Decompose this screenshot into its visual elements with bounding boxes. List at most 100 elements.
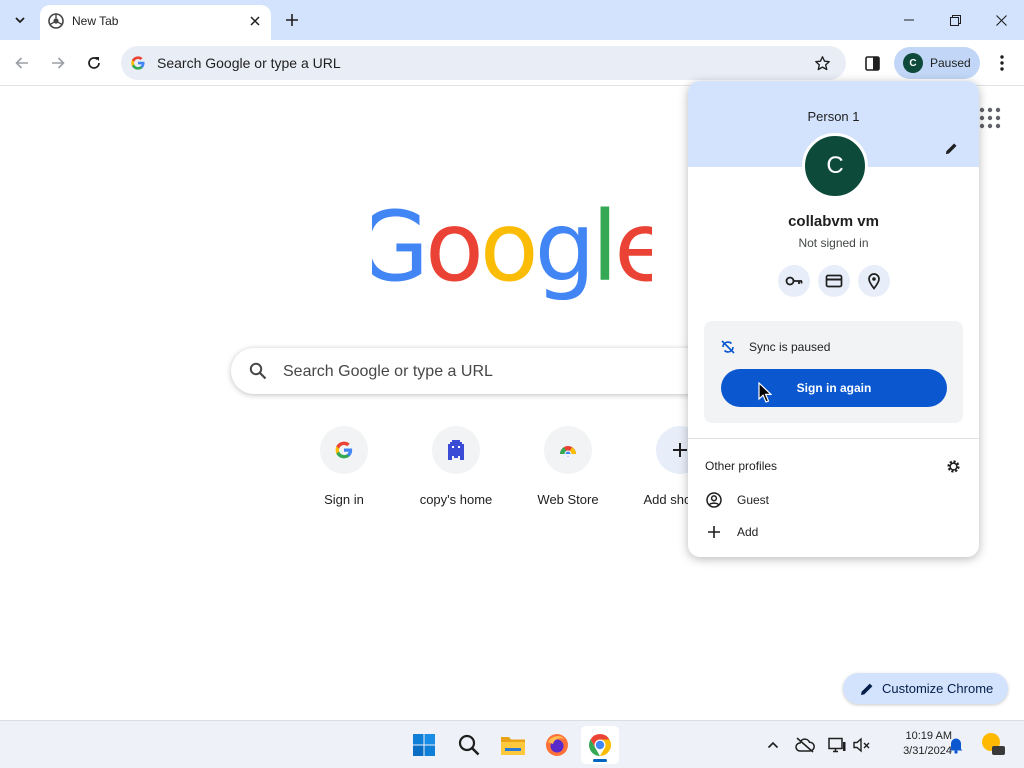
profile-button[interactable]: C Paused [894,47,980,79]
profile-title: Person 1 [807,109,860,124]
customize-chrome-label: Customize Chrome [882,681,994,696]
clock-date: 3/31/2024 [903,745,952,757]
profile-name: collabvm vm [788,213,879,230]
clock-time: 10:19 AM [905,730,952,742]
tab-new-tab[interactable]: New Tab [40,5,271,40]
shortcut-label: Sign in [324,492,364,507]
speaker-muted-icon [853,737,870,753]
divider [688,438,979,439]
restore-button[interactable] [932,0,978,40]
firefox-button[interactable] [538,726,576,764]
shortcut-web-store[interactable]: Web Store [512,426,624,516]
volume-tray-button[interactable] [851,734,873,756]
tab-search-button[interactable] [8,8,32,32]
monitor-icon [828,737,846,753]
minimize-button[interactable] [886,0,932,40]
onedrive-tray-button[interactable] [794,734,816,756]
back-button[interactable] [8,49,36,77]
shortcut-tile [432,426,480,474]
shortcut-label: Web Store [537,492,599,507]
close-icon [250,16,260,26]
add-label: Add [737,525,759,539]
profile-avatar: C [802,133,868,199]
active-app-indicator [593,759,607,762]
search-icon [249,362,267,380]
restore-icon [949,14,961,26]
side-panel-icon [864,55,880,71]
tab-title: New Tab [72,14,119,28]
sign-in-status: Not signed in [798,236,869,250]
payment-methods-button[interactable] [818,265,850,297]
tab-close-button[interactable] [246,12,264,30]
file-explorer-button[interactable] [494,726,532,764]
shortcut-copys-home[interactable]: copy's home [400,426,512,516]
chrome-favicon-icon [48,13,64,29]
taskbar-search-button[interactable] [450,726,488,764]
notifications-button[interactable] [945,734,967,756]
pencil-icon [945,142,957,154]
add-profile-row[interactable]: Add [688,516,979,546]
guest-label: Guest [737,493,770,507]
plus-icon [706,524,722,540]
network-tray-button[interactable] [826,734,848,756]
chrome-web-store-icon [559,446,577,458]
sync-off-icon [721,340,735,354]
chrome-menu-button[interactable] [990,49,1014,77]
location-pin-icon [868,273,880,290]
avatar: C [903,53,923,73]
ntp-search-placeholder: Search Google or type a URL [283,363,493,380]
profile-menu-popup: Person 1 C collabvm vm Not signed in Syn… [688,81,979,557]
minimize-icon [904,19,914,21]
google-apps-icon[interactable] [978,106,1002,130]
pre-release-badge-icon [982,733,1005,755]
system-clock[interactable]: 10:19 AM 3/31/2024 [876,729,952,759]
star-icon [814,55,830,70]
customize-chrome-button[interactable]: Customize Chrome [843,673,1008,704]
gear-icon [946,459,960,473]
shortcut-tile [320,426,368,474]
credit-card-icon [825,274,843,288]
reload-icon [88,57,100,69]
forward-button[interactable] [44,49,72,77]
account-circle-icon [706,492,722,508]
arrow-right-icon [52,57,65,69]
google-logo: Google [372,205,652,303]
new-tab-button[interactable] [280,8,304,32]
sync-status-text: Sync is paused [749,340,831,354]
search-icon [458,734,480,756]
chrome-icon [589,734,611,757]
show-hidden-icons-button[interactable] [762,734,784,756]
toolbar: Search Google or type a URL C Paused [0,40,1024,86]
edit-profile-button[interactable] [941,138,961,158]
address-bar-placeholder: Search Google or type a URL [157,55,341,71]
plus-icon [286,14,298,26]
address-bar[interactable]: Search Google or type a URL [121,46,846,80]
passwords-button[interactable] [778,265,810,297]
guest-profile-row[interactable]: Guest [688,484,979,514]
arrow-left-icon [15,57,28,69]
chevron-down-icon [15,17,25,24]
bookmark-star-button[interactable] [810,51,834,75]
cloud-off-icon [795,737,815,753]
reload-button[interactable] [80,49,108,77]
svg-text:Google: Google [372,205,652,303]
manage-profiles-button[interactable] [944,457,962,475]
addresses-button[interactable] [858,265,890,297]
key-icon [785,276,803,286]
pixel-creature-icon [448,440,464,460]
google-g-icon [131,56,145,70]
side-panel-button[interactable] [858,49,886,77]
start-button[interactable] [405,726,443,764]
pre-release-badge-button[interactable] [980,731,1006,757]
shortcut-tile [544,426,592,474]
more-vert-icon [1000,55,1004,71]
taskbar: 10:19 AM 3/31/2024 [0,720,1024,768]
google-g-icon [335,441,353,459]
plus-icon [673,443,687,457]
windows-start-icon [413,734,435,756]
sign-in-again-button[interactable]: Sign in again [721,369,947,407]
shortcut-label: copy's home [419,492,493,507]
close-window-button[interactable] [978,0,1024,40]
chevron-up-icon [767,741,779,749]
shortcut-sign-in[interactable]: Sign in [288,426,400,516]
